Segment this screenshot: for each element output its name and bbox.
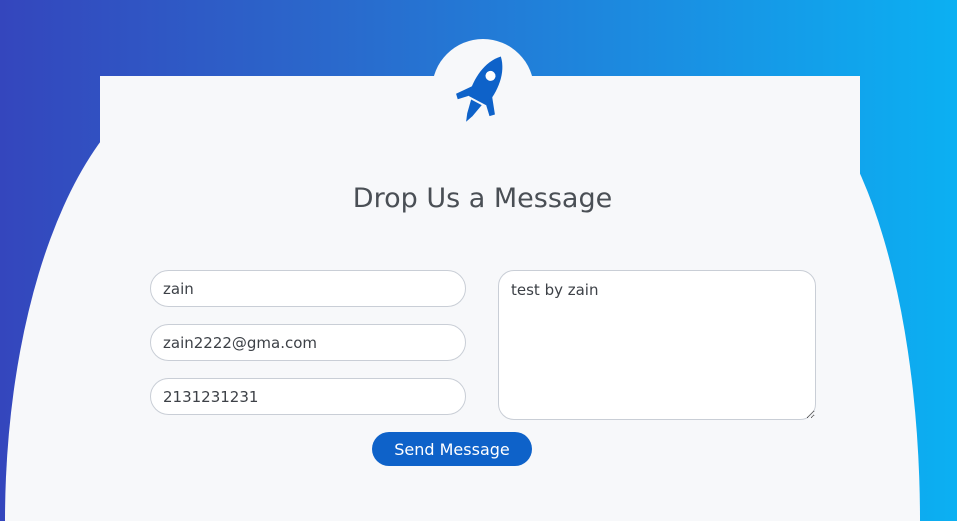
phone-input[interactable] xyxy=(150,378,466,415)
logo-badge xyxy=(432,39,534,141)
name-input[interactable] xyxy=(150,270,466,307)
rocket-icon xyxy=(456,56,503,122)
email-input[interactable] xyxy=(150,324,466,361)
send-message-button[interactable]: Send Message xyxy=(372,432,532,466)
message-textarea[interactable]: test by zain xyxy=(498,270,816,420)
page-title: Drop Us a Message xyxy=(352,183,613,214)
